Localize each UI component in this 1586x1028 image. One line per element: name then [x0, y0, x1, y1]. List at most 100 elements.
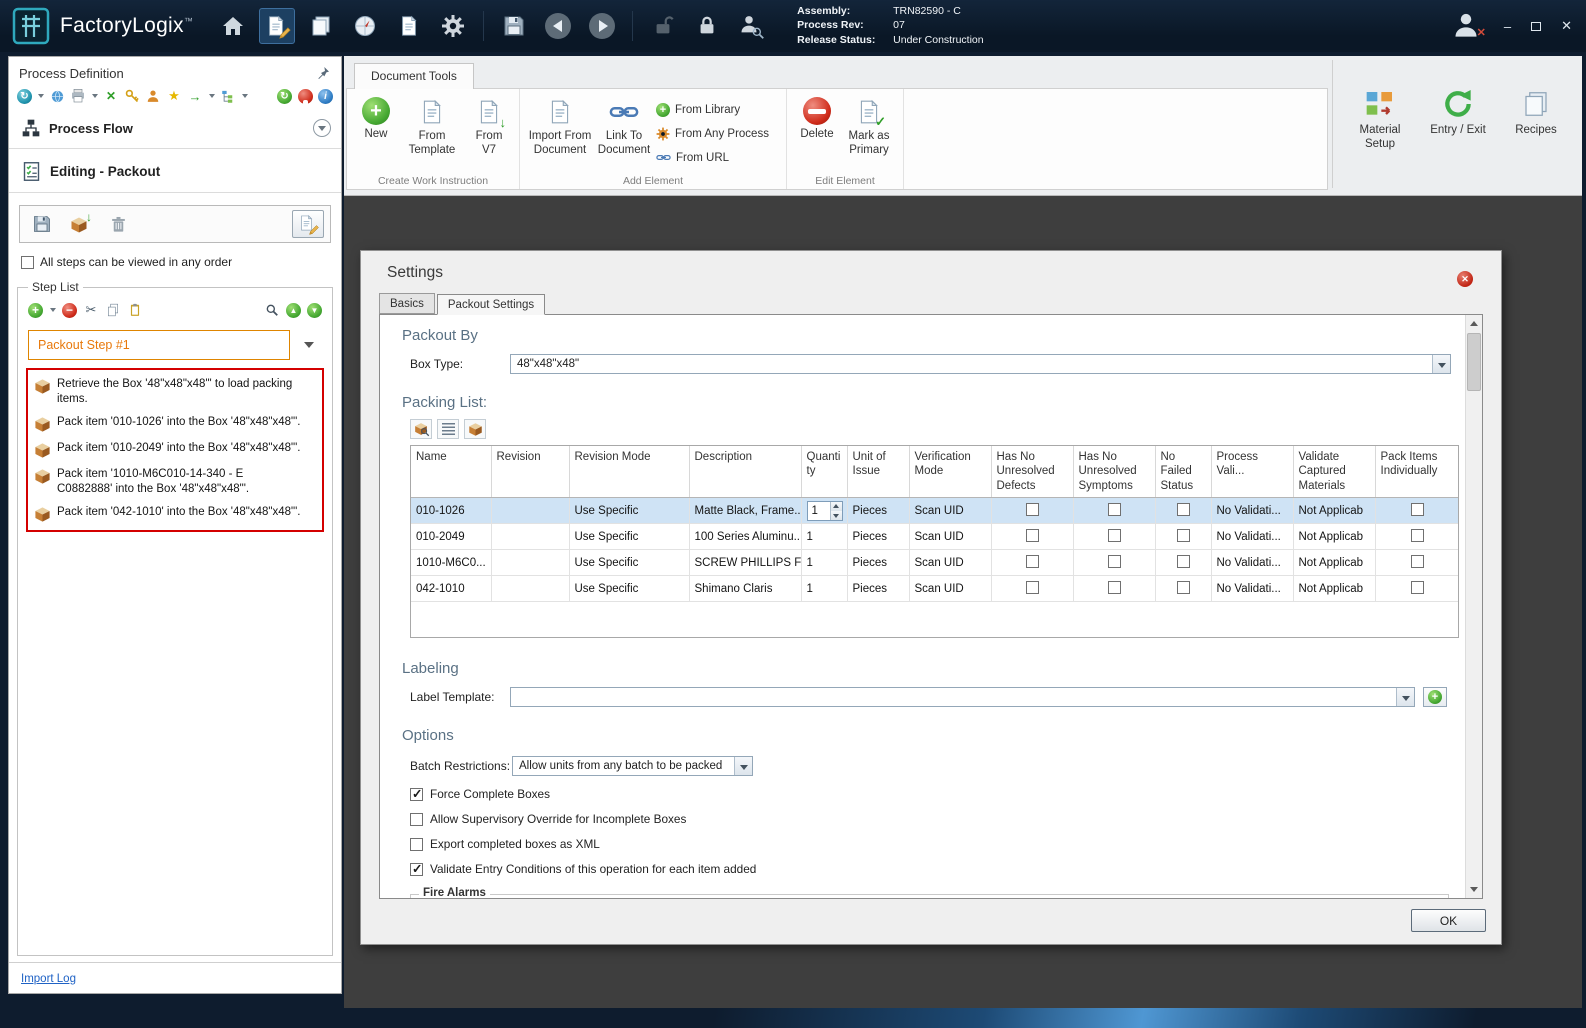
- move-down-icon[interactable]: ▼: [307, 302, 322, 318]
- info-icon[interactable]: i: [318, 88, 333, 104]
- force-complete-boxes-checkbox[interactable]: [410, 786, 423, 801]
- minimize-button[interactable]: –: [1504, 19, 1511, 34]
- move-up-icon[interactable]: ▲: [286, 302, 301, 318]
- batch-restrictions-dropdown[interactable]: Allow units from any batch to be packed: [512, 756, 753, 776]
- quantity-spinner[interactable]: 1: [806, 500, 843, 521]
- chevron-down-icon[interactable]: [92, 94, 98, 98]
- tree-view-icon[interactable]: [220, 88, 236, 104]
- add-label-template-button[interactable]: +: [1423, 687, 1447, 707]
- column-header[interactable]: Unit of Issue: [847, 446, 910, 499]
- add-step-icon[interactable]: +: [28, 302, 43, 318]
- list-view-button[interactable]: [437, 419, 459, 439]
- import-step-button[interactable]: ↓: [64, 210, 96, 238]
- unlock-button[interactable]: [645, 8, 681, 44]
- column-header[interactable]: Revision Mode: [569, 446, 690, 499]
- from-library-button[interactable]: + From Library: [656, 99, 774, 120]
- key-icon[interactable]: [124, 88, 140, 104]
- logout-user-button[interactable]: ✕: [1452, 11, 1486, 41]
- remove-step-icon[interactable]: −: [62, 302, 77, 318]
- search-step-icon[interactable]: [264, 302, 280, 318]
- copy-icon[interactable]: [105, 302, 121, 318]
- paste-icon[interactable]: [127, 302, 143, 318]
- failed-status-checkbox[interactable]: [1176, 580, 1190, 594]
- link-to-document-button[interactable]: Link To Document: [596, 93, 652, 158]
- user-icon[interactable]: [145, 88, 161, 104]
- new-button[interactable]: + New: [355, 93, 397, 142]
- documents-button[interactable]: [303, 8, 339, 44]
- chevron-down-icon[interactable]: [50, 308, 56, 312]
- globe-icon[interactable]: [49, 88, 65, 104]
- defects-checkbox[interactable]: [1025, 580, 1039, 594]
- view-package-button[interactable]: [410, 419, 432, 439]
- activate-icon[interactable]: ↻: [277, 88, 292, 104]
- find-user-button[interactable]: [733, 8, 769, 44]
- from-v7-button[interactable]: ↓ From V7: [467, 93, 511, 158]
- column-header[interactable]: No Failed Status: [1155, 446, 1212, 499]
- current-step-field[interactable]: Packout Step #1: [28, 330, 290, 360]
- material-setup-button[interactable]: Material Setup: [1345, 88, 1415, 152]
- close-settings-button[interactable]: ✕: [1457, 271, 1473, 287]
- chevron-down-icon[interactable]: [209, 94, 215, 98]
- mark-as-primary-button[interactable]: ✓ Mark as Primary: [843, 93, 895, 158]
- stop-icon[interactable]: [297, 88, 313, 105]
- scrollbar-thumb[interactable]: [1467, 333, 1481, 391]
- from-template-button[interactable]: From Template: [401, 93, 463, 158]
- import-log-link[interactable]: Import Log: [21, 973, 76, 985]
- column-header[interactable]: Validate Captured Materials: [1293, 446, 1376, 499]
- label-template-dropdown[interactable]: [510, 687, 1415, 707]
- scroll-up-button[interactable]: [1466, 315, 1482, 332]
- list-item[interactable]: Pack item '042-1010' into the Box '48"x4…: [30, 501, 320, 527]
- cut-icon[interactable]: ✂: [83, 302, 99, 318]
- maximize-button[interactable]: [1531, 21, 1542, 31]
- pack-individually-checkbox[interactable]: [1411, 580, 1424, 594]
- import-from-document-button[interactable]: Import From Document: [528, 93, 592, 158]
- pin-icon[interactable]: [315, 65, 331, 81]
- table-row[interactable]: 042-1010 Use Specific Shimano Claris 1 P…: [411, 575, 1458, 603]
- list-item[interactable]: Pack item '010-1026' into the Box '48"x4…: [30, 411, 320, 437]
- table-row[interactable]: 1010-M6C0... Use Specific SCREW PHILLIPS…: [411, 549, 1458, 577]
- chevron-down-icon[interactable]: [38, 94, 44, 98]
- failed-status-checkbox[interactable]: [1176, 554, 1190, 568]
- export-icon[interactable]: →: [187, 88, 203, 104]
- spin-up-icon[interactable]: [830, 501, 842, 511]
- entry-exit-button[interactable]: Entry / Exit: [1423, 88, 1493, 138]
- defects-checkbox[interactable]: [1025, 528, 1039, 542]
- defects-checkbox[interactable]: [1025, 554, 1039, 568]
- column-header[interactable]: Pack Items Individually: [1375, 446, 1458, 499]
- spin-down-icon[interactable]: [830, 510, 842, 520]
- step-expand-button[interactable]: [296, 335, 322, 355]
- pack-individually-checkbox[interactable]: [1411, 502, 1424, 516]
- delete-step-button[interactable]: [102, 210, 134, 238]
- column-header[interactable]: Revision: [491, 446, 570, 499]
- scroll-down-button[interactable]: [1466, 881, 1482, 898]
- column-header[interactable]: Quantity: [801, 446, 848, 499]
- refresh-icon[interactable]: ↻: [17, 88, 32, 104]
- delete-button[interactable]: Delete: [795, 93, 839, 142]
- failed-status-checkbox[interactable]: [1176, 528, 1190, 542]
- view-any-order-checkbox[interactable]: [21, 255, 34, 269]
- expand-icon[interactable]: [313, 119, 331, 137]
- tab-document-tools[interactable]: Document Tools: [354, 63, 474, 89]
- from-url-button[interactable]: From URL: [656, 147, 774, 168]
- supervisory-override-checkbox[interactable]: [410, 812, 423, 826]
- save-step-button[interactable]: [26, 210, 58, 238]
- validate-entry-conditions-checkbox[interactable]: [410, 861, 423, 876]
- print-icon[interactable]: [70, 88, 86, 104]
- symptoms-checkbox[interactable]: [1107, 502, 1121, 516]
- column-header[interactable]: Verification Mode: [909, 446, 992, 499]
- process-editor-button[interactable]: [259, 8, 296, 44]
- lock-button[interactable]: [689, 8, 725, 44]
- collapse-icon[interactable]: ✕: [103, 88, 119, 104]
- list-item[interactable]: Retrieve the Box '48"x48"x48"' to load p…: [30, 373, 320, 411]
- recipes-button[interactable]: Recipes: [1501, 88, 1571, 138]
- pack-individually-checkbox[interactable]: [1411, 554, 1424, 568]
- home-button[interactable]: [215, 8, 251, 44]
- column-header[interactable]: Name: [411, 446, 492, 499]
- ok-button[interactable]: OK: [1411, 909, 1486, 932]
- star-icon[interactable]: ★: [166, 88, 182, 104]
- column-header[interactable]: Description: [689, 446, 802, 499]
- symptoms-checkbox[interactable]: [1107, 580, 1121, 594]
- table-row[interactable]: 010-1026 Use Specific Matte Black, Frame…: [411, 497, 1458, 525]
- column-header[interactable]: Has No Unresolved Defects: [991, 446, 1074, 499]
- navigator-button[interactable]: [347, 8, 383, 44]
